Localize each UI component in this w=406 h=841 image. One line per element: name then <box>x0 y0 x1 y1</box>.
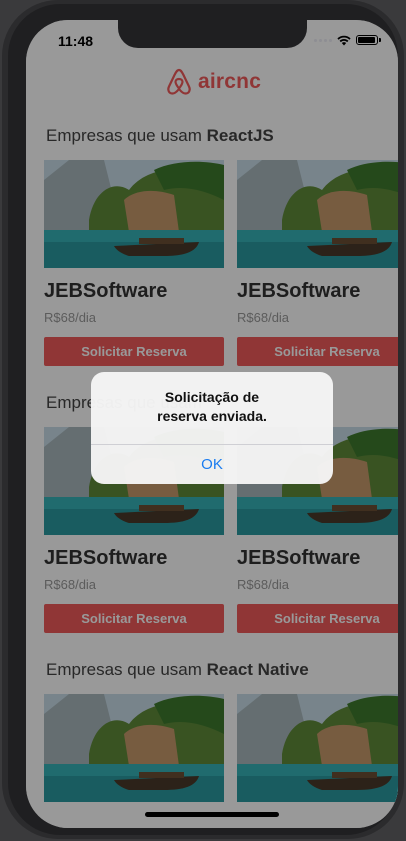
cellular-signal-icon <box>314 38 332 42</box>
battery-icon <box>356 35 381 45</box>
alert-message-line-2: reserva enviada. <box>157 408 267 424</box>
home-indicator[interactable] <box>145 812 279 817</box>
device-bezel: 11:48 aircnc Empresas que usam ReactJS J… <box>8 4 398 835</box>
status-icons <box>314 34 381 46</box>
device-frame: 11:48 aircnc Empresas que usam ReactJS J… <box>2 0 404 839</box>
alert-message-line-1: Solicitação de <box>164 389 260 405</box>
alert-message: Solicitação de reserva enviada. <box>109 388 315 426</box>
phone-screen: 11:48 aircnc Empresas que usam ReactJS J… <box>26 20 398 828</box>
alert-ok-button[interactable]: OK <box>91 445 333 484</box>
notch <box>118 20 307 48</box>
status-time: 11:48 <box>58 33 94 49</box>
alert-dialog: Solicitação de reserva enviada. OK <box>91 372 333 484</box>
wifi-icon <box>337 35 351 45</box>
